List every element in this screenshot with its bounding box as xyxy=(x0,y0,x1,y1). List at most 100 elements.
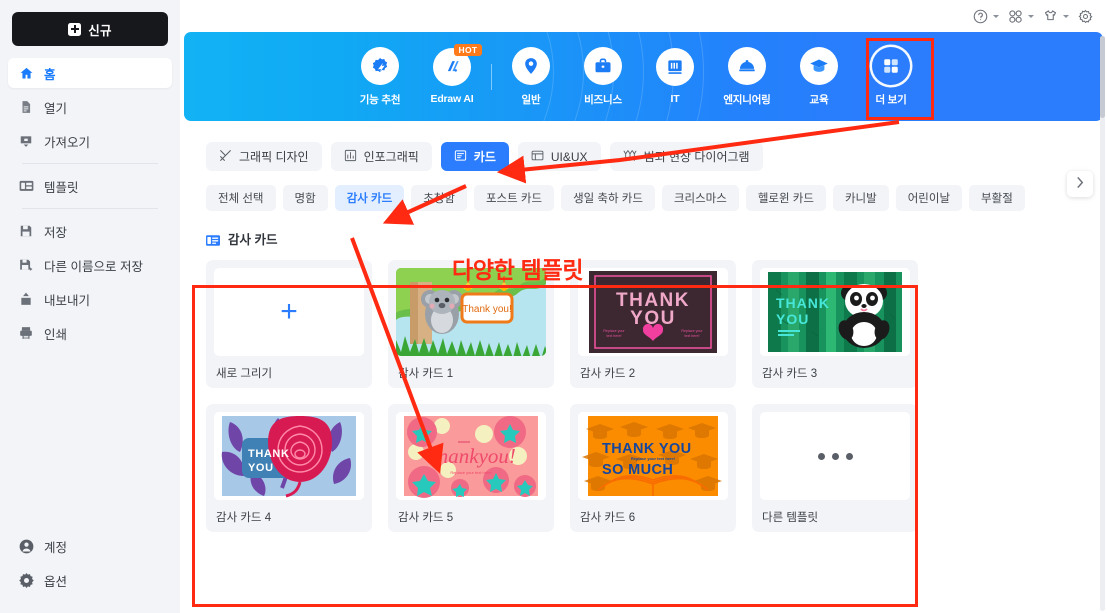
svg-text:text here!: text here! xyxy=(607,334,622,338)
sidebar-item-export[interactable]: 내보내기 xyxy=(8,284,172,314)
tab-infographic[interactable]: 인포그래픽 xyxy=(330,142,432,171)
help-icon[interactable] xyxy=(972,8,989,25)
tab-label: 그래픽 디자인 xyxy=(239,150,309,164)
help-dropdown-caret[interactable] xyxy=(993,14,999,18)
hot-badge: HOT xyxy=(454,44,482,57)
chip-halloween-card[interactable]: 헬로윈 카드 xyxy=(745,185,826,211)
template-card[interactable]: THANK YOU SO MUCH Replace your text here… xyxy=(570,404,736,532)
theme-dropdown-caret[interactable] xyxy=(1063,14,1069,18)
template-card-label: 새로 그리기 xyxy=(216,368,273,380)
chip-birthday-card[interactable]: 생일 축하 카드 xyxy=(561,185,655,211)
save-icon xyxy=(18,223,34,239)
category-tabs: 그래픽 디자인 인포그래픽 카드 UI&UX 범죄 현장 다이어그램 xyxy=(180,121,1107,171)
chip-childrens-day[interactable]: 어린이날 xyxy=(895,185,963,211)
template-thumbnail: THANK YOU xyxy=(214,412,364,500)
template-card-label: 감사 카드 3 xyxy=(762,368,818,380)
sidebar-item-label: 인쇄 xyxy=(44,327,68,342)
sidebar-item-home[interactable]: 홈 xyxy=(8,58,172,88)
svg-text:Replace your text here!: Replace your text here! xyxy=(631,456,675,461)
annotation-label-various-templates: 다양한 템플릿 xyxy=(452,257,584,283)
svg-text:THANK: THANK xyxy=(248,448,290,460)
template-card-label: 감사 카드 4 xyxy=(216,512,272,524)
template-thumbnail: THANK YOU Replace your text here! Replac… xyxy=(578,268,728,356)
template-card[interactable]: Thankyou! Replace your text here! 감사 카드 … xyxy=(388,404,554,532)
banner-nav-divider xyxy=(491,63,492,90)
banner-nav-item-edraw-ai[interactable]: HOT Edraw AI xyxy=(416,32,488,121)
sidebar-item-account[interactable]: 계정 xyxy=(8,531,172,561)
sidebar-item-save[interactable]: 저장 xyxy=(8,216,172,246)
template-card-more[interactable]: 다른 템플릿 xyxy=(752,404,918,532)
template-thumbnail xyxy=(760,412,910,500)
vertical-scrollbar-thumb[interactable] xyxy=(1100,36,1105,118)
settings-gear-icon[interactable] xyxy=(1077,8,1094,25)
tab-card[interactable]: 카드 xyxy=(440,142,509,171)
template-icon xyxy=(18,178,34,194)
template-card[interactable]: THANK YOU 감사 카드 4 xyxy=(206,404,372,532)
apps-grid-icon[interactable] xyxy=(1007,8,1024,25)
chip-carnival[interactable]: 카니발 xyxy=(832,185,889,211)
template-card-new[interactable]: + 새로 그리기 xyxy=(206,260,372,388)
new-document-button[interactable]: 신규 xyxy=(12,12,168,46)
chip-invitation[interactable]: 초청함 xyxy=(411,185,467,211)
apps-dropdown-caret[interactable] xyxy=(1028,14,1034,18)
chip-easter[interactable]: 부활절 xyxy=(969,185,1025,211)
tab-uiux[interactable]: UI&UX xyxy=(517,142,601,171)
banner-nav-label: Edraw AI xyxy=(430,93,474,105)
banner-nav-item-more[interactable]: 더 보기 xyxy=(855,32,927,121)
tab-crime-scene-diagram[interactable]: 범죄 현장 다이어그램 xyxy=(609,142,763,171)
banner-nav-item-features[interactable]: 기능 추천 xyxy=(344,32,416,121)
svg-text:text here!: text here! xyxy=(685,334,700,338)
banner-nav-item-engineering[interactable]: 엔지니어링 xyxy=(711,32,783,121)
sidebar-divider xyxy=(22,208,158,209)
banner-nav-label: IT xyxy=(670,93,680,105)
template-thumbnail: + xyxy=(214,268,364,356)
main-content: 기능 추천 HOT Edraw AI 일반 비즈니스 IT 엔지니어링 교육 더… xyxy=(180,0,1107,613)
banner-nav: 기능 추천 HOT Edraw AI 일반 비즈니스 IT 엔지니어링 교육 더… xyxy=(344,32,927,121)
chip-select-all[interactable]: 전체 선택 xyxy=(206,185,276,211)
svg-text:YOU: YOU xyxy=(776,311,809,327)
dark-thank-you-artwork: THANK YOU Replace your text here! Replac… xyxy=(578,268,728,356)
banner-nav-label: 비즈니스 xyxy=(584,93,622,106)
sidebar-item-label: 다른 이름으로 저장 xyxy=(44,259,143,274)
tab-graphic-design[interactable]: 그래픽 디자인 xyxy=(206,142,322,171)
banner-nav-item-business[interactable]: 비즈니스 xyxy=(567,32,639,121)
sidebar-item-template[interactable]: 템플릿 xyxy=(8,171,172,201)
tab-label: 카드 xyxy=(473,150,496,164)
application-window: 신규 홈 열기 가져오기 템플릿 저장 다른 이름으로 저장 내보내기 인쇄 계… xyxy=(0,0,1107,613)
svg-text:Replace your text here!: Replace your text here! xyxy=(450,470,491,475)
banner-nav-item-it[interactable]: IT xyxy=(639,32,711,121)
svg-text:YOU: YOU xyxy=(630,308,676,329)
banner-nav-item-education[interactable]: 교육 xyxy=(783,32,855,121)
template-card[interactable]: THANK YOU 감사 카드 3 xyxy=(752,260,918,388)
chip-thank-you-card[interactable]: 감사 카드 xyxy=(334,185,405,211)
new-document-label: 신규 xyxy=(88,23,112,38)
svg-text:YOU: YOU xyxy=(248,462,274,474)
print-icon xyxy=(18,325,34,341)
svg-text:THANK: THANK xyxy=(776,295,830,311)
sidebar-item-open[interactable]: 열기 xyxy=(8,92,172,122)
rose-thank-you-artwork: THANK YOU xyxy=(214,412,364,500)
chip-post-card[interactable]: 포스트 카드 xyxy=(473,185,555,211)
pink-stars-thankyou-artwork: Thankyou! Replace your text here! xyxy=(396,412,546,500)
theme-shirt-icon[interactable] xyxy=(1042,8,1059,25)
sidebar-item-options[interactable]: 옵션 xyxy=(8,565,172,595)
chip-christmas[interactable]: 크리스마스 xyxy=(661,185,739,211)
chips-next-button[interactable] xyxy=(1067,171,1093,197)
vertical-scrollbar-track[interactable] xyxy=(1100,36,1105,611)
uiux-icon xyxy=(531,149,544,165)
plus-square-icon xyxy=(68,22,82,36)
chip-business-card[interactable]: 명함 xyxy=(282,185,328,211)
subcategory-chips: 전체 선택 명함 감사 카드 초청함 포스트 카드 생일 축하 카드 크리스마스… xyxy=(180,171,1107,211)
general-pin-icon xyxy=(512,46,550,85)
svg-text:Replace your: Replace your xyxy=(603,329,625,333)
svg-text:THANK YOU: THANK YOU xyxy=(602,441,692,457)
sidebar-item-import[interactable]: 가져오기 xyxy=(8,126,172,156)
banner-nav-item-general[interactable]: 일반 xyxy=(495,32,567,121)
sidebar-item-print[interactable]: 인쇄 xyxy=(8,318,172,348)
tab-label: 인포그래픽 xyxy=(363,150,419,164)
template-card[interactable]: THANK YOU Replace your text here! Replac… xyxy=(570,260,736,388)
sidebar-item-label: 내보내기 xyxy=(44,293,91,308)
sidebar-item-label: 열기 xyxy=(44,101,68,116)
sidebar-item-save-as[interactable]: 다른 이름으로 저장 xyxy=(8,250,172,280)
template-thumbnail: THANK YOU xyxy=(760,268,910,356)
